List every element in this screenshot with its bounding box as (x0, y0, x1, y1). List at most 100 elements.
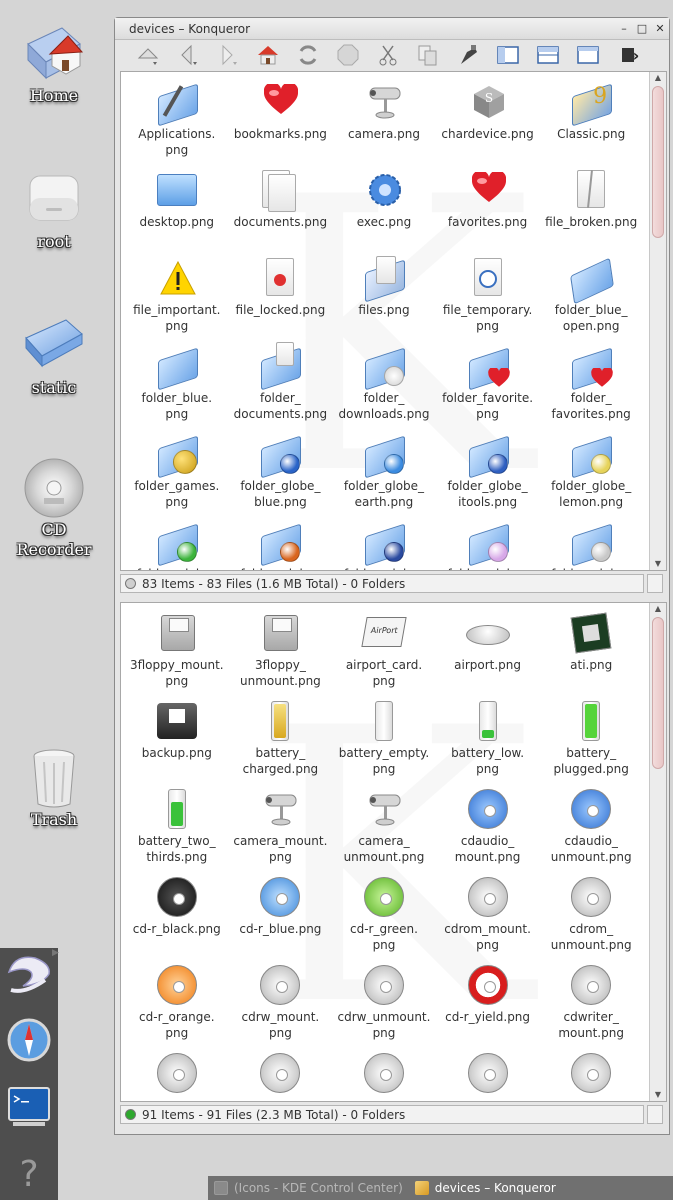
file-item[interactable]: file_broken.png (539, 166, 643, 254)
safari-compass-icon[interactable] (5, 1016, 53, 1064)
file-item[interactable]: folder_ favorites.png (539, 342, 643, 430)
file-item[interactable]: folder_globe_ (436, 518, 540, 570)
desktop-icon-root[interactable]: root (4, 168, 104, 252)
file-item[interactable]: cdrom_mount. png (436, 873, 540, 961)
panel-expand-arrow-icon[interactable]: ▶ (52, 948, 59, 958)
file-item[interactable]: folder_globe_ itools.png (436, 430, 540, 518)
scroll-up-arrow-icon[interactable]: ▲ (652, 603, 664, 615)
file-item[interactable]: cd-r_blue.png (229, 873, 333, 961)
split-horizontal-button[interactable] (535, 42, 561, 68)
minimize-button[interactable]: – (615, 22, 633, 35)
scroll-down-arrow-icon[interactable]: ▼ (652, 558, 664, 570)
file-item[interactable]: cdrw_unmount. png (332, 961, 436, 1049)
file-item[interactable]: battery_ charged.png (229, 697, 333, 785)
file-item[interactable]: cd-r_green. png (332, 873, 436, 961)
forward-button[interactable] (215, 42, 241, 68)
file-item[interactable]: cdaudio_ unmount.png (539, 785, 643, 873)
file-item[interactable]: folder_globe_ earth.png (332, 430, 436, 518)
file-item[interactable]: Applications. png (125, 78, 229, 166)
file-item[interactable]: cd-r_black.png (125, 873, 229, 961)
terminal-icon[interactable] (5, 1082, 53, 1130)
file-item[interactable]: cdrw_mount. png (229, 961, 333, 1049)
close-button[interactable]: ✕ (651, 22, 669, 35)
file-item[interactable]: cdwriter_ mount.png (539, 961, 643, 1049)
file-item[interactable]: 3floppy_mount. png (125, 609, 229, 697)
home-button[interactable] (255, 42, 281, 68)
file-item[interactable]: bookmarks.png (229, 78, 333, 166)
file-item[interactable]: camera.png (332, 78, 436, 166)
disc-yield-icon (464, 961, 512, 1009)
bottom-file-view[interactable]: K 3floppy_mount. png 3floppy_ unmount.png… (120, 602, 667, 1102)
task-kde-control-center[interactable]: (Icons - KDE Control Center) (208, 1176, 409, 1200)
icon-view-button[interactable] (495, 42, 521, 68)
single-view-button[interactable] (575, 42, 601, 68)
file-item[interactable]: folder_ downloads.png (332, 342, 436, 430)
file-item[interactable]: Schardevice.png (436, 78, 540, 166)
file-item[interactable]: documents.png (229, 166, 333, 254)
cut-button[interactable] (375, 42, 401, 68)
file-item[interactable]: folder_games. png (125, 430, 229, 518)
desktop-icon-home[interactable]: Home (4, 22, 104, 106)
file-item[interactable]: folder_ documents.png (229, 342, 333, 430)
stop-button[interactable] (335, 42, 361, 68)
desktop-icon-static[interactable]: static (4, 314, 104, 398)
file-item[interactable] (436, 1049, 540, 1101)
file-item[interactable] (539, 1049, 643, 1101)
file-item[interactable]: exec.png (332, 166, 436, 254)
file-item[interactable]: AirPort airport_card. png (332, 609, 436, 697)
file-item[interactable]: battery_empty. png (332, 697, 436, 785)
file-item[interactable]: folder_globe_ (332, 518, 436, 570)
file-item[interactable]: folder_globe_ (125, 518, 229, 570)
file-item[interactable]: cd-r_orange. png (125, 961, 229, 1049)
file-item[interactable]: battery_low. png (436, 697, 540, 785)
file-item[interactable]: folder_globe_ blue.png (229, 430, 333, 518)
file-item[interactable]: 3floppy_ unmount.png (229, 609, 333, 697)
file-item[interactable]: files.png (332, 254, 436, 342)
paste-button[interactable] (455, 42, 481, 68)
scrollbar-thumb[interactable] (652, 617, 664, 769)
bottom-vertical-scrollbar[interactable]: ▲ ▼ (649, 603, 666, 1101)
task-konqueror[interactable]: devices – Konqueror (409, 1176, 562, 1200)
window-titlebar[interactable]: devices – Konqueror – □ ✕ (115, 18, 669, 40)
file-item[interactable]: folder_blue_ open.png (539, 254, 643, 342)
file-item[interactable]: 9 Classic.png (539, 78, 643, 166)
file-item[interactable] (229, 1049, 333, 1101)
scrollbar-thumb[interactable] (652, 86, 664, 238)
help-icon[interactable]: ? (5, 1148, 53, 1196)
file-item[interactable]: airport.png (436, 609, 540, 697)
file-item[interactable]: folder_blue. png (125, 342, 229, 430)
file-item[interactable]: backup.png (125, 697, 229, 785)
file-item[interactable]: battery_ plugged.png (539, 697, 643, 785)
top-file-view[interactable]: K Applications. png bookmarks.png camera.p… (120, 71, 667, 571)
up-button[interactable] (135, 42, 161, 68)
file-item[interactable]: folder_globe_ lemon.png (539, 430, 643, 518)
copy-button[interactable] (415, 42, 441, 68)
file-item[interactable]: camera_mount. png (229, 785, 333, 873)
file-item[interactable] (125, 1049, 229, 1101)
file-item[interactable]: ati.png (539, 609, 643, 697)
file-item[interactable]: cdaudio_ mount.png (436, 785, 540, 873)
file-item[interactable]: file_important. png (125, 254, 229, 342)
file-item[interactable]: file_temporary. png (436, 254, 540, 342)
file-item[interactable]: favorites.png (436, 166, 540, 254)
maximize-button[interactable]: □ (633, 22, 651, 35)
file-item[interactable] (332, 1049, 436, 1101)
file-item[interactable]: folder_globe_ (539, 518, 643, 570)
file-item[interactable]: file_locked.png (229, 254, 333, 342)
file-item[interactable]: cdrom_ unmount.png (539, 873, 643, 961)
scroll-down-arrow-icon[interactable]: ▼ (652, 1089, 664, 1101)
file-item[interactable]: desktop.png (125, 166, 229, 254)
scroll-up-arrow-icon[interactable]: ▲ (652, 72, 664, 84)
file-item[interactable]: camera_ unmount.png (332, 785, 436, 873)
reload-button[interactable] (295, 42, 321, 68)
file-item[interactable]: folder_globe_ (229, 518, 333, 570)
file-item[interactable]: battery_two_ thirds.png (125, 785, 229, 873)
back-button[interactable] (175, 42, 201, 68)
konsole-button[interactable] (615, 42, 634, 68)
desktop-icon-cd-recorder[interactable]: CD Recorder (4, 456, 104, 560)
file-item[interactable]: cd-r_yield.png (436, 961, 540, 1049)
desktop-icon-trash[interactable]: Trash (4, 746, 104, 830)
top-vertical-scrollbar[interactable]: ▲ ▼ (649, 72, 666, 570)
kde-menu-icon[interactable] (5, 950, 53, 998)
file-item[interactable]: folder_favorite. png (436, 342, 540, 430)
